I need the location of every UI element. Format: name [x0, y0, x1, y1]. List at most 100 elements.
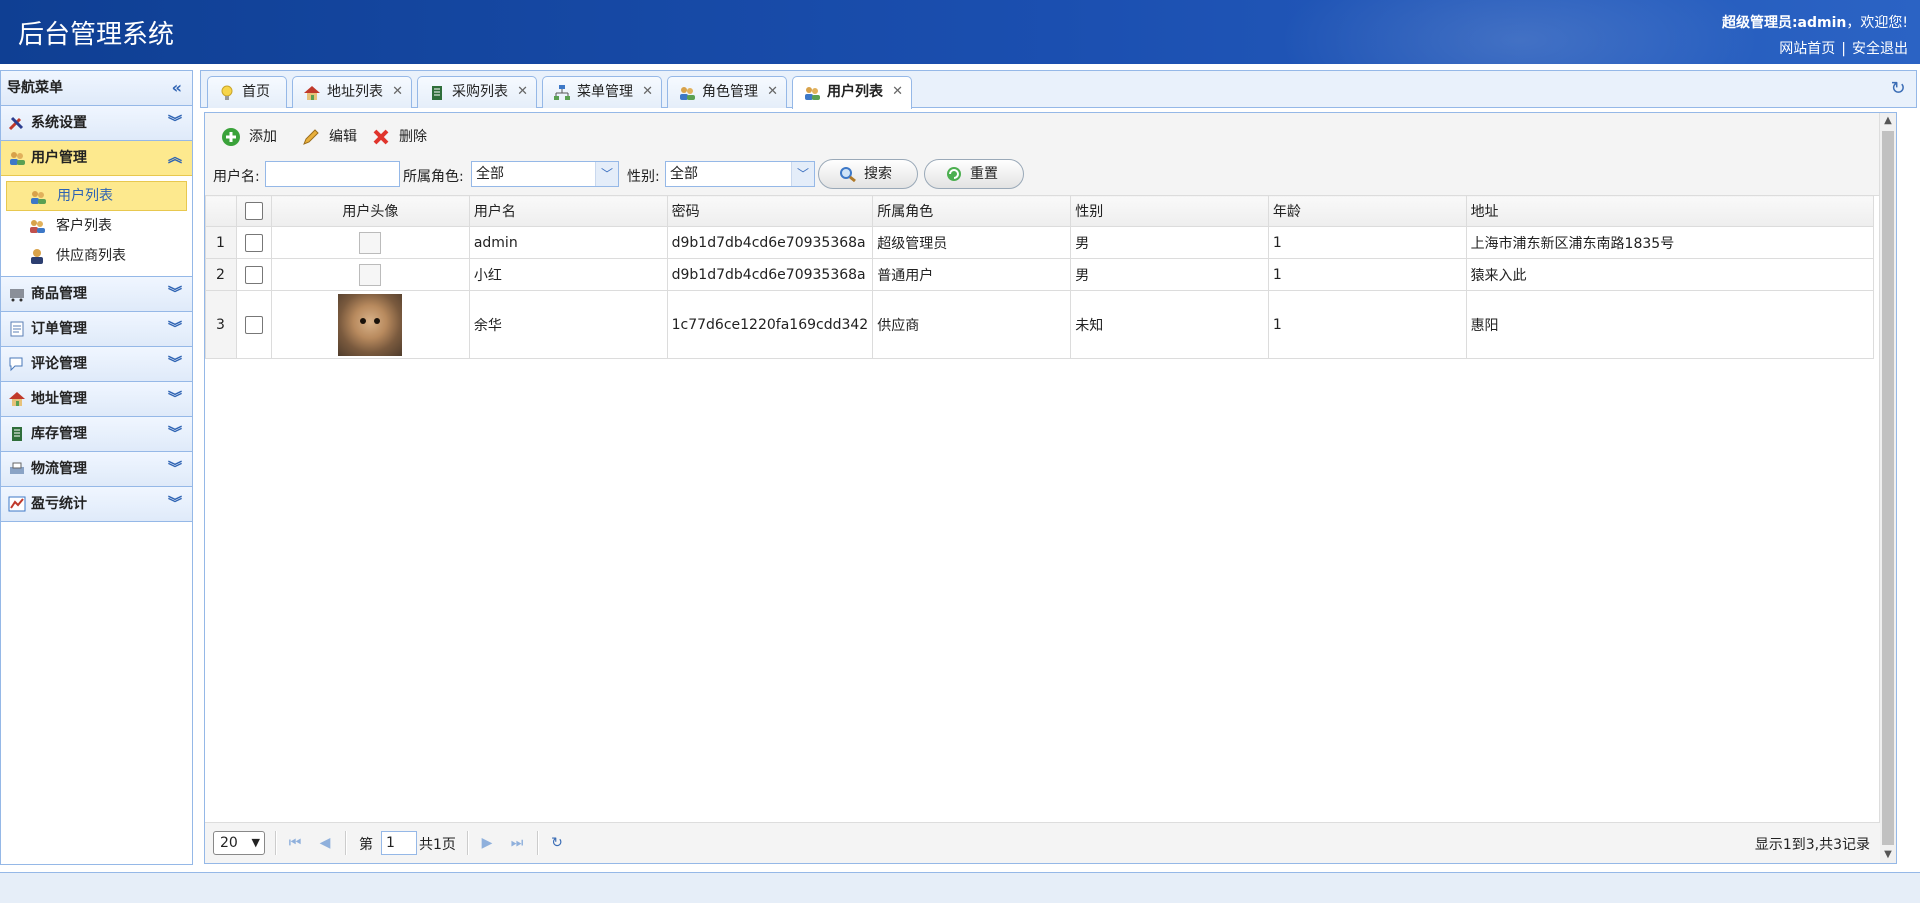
header-avatar[interactable]: 用户头像	[270, 195, 470, 227]
sidebar-panel-profit-statistics[interactable]: 盈亏统计 ︾	[1, 487, 192, 522]
first-page-icon[interactable]: ⏮	[285, 833, 305, 853]
role-cell: 供应商	[872, 290, 1072, 359]
expand-chevron-icon: ︾	[168, 321, 182, 337]
delete-button[interactable]: 删除	[371, 125, 427, 149]
tab-label: 用户列表	[827, 84, 883, 100]
delete-label: 删除	[399, 129, 427, 145]
bottom-status-bar	[0, 872, 1920, 903]
header-address[interactable]: 地址	[1465, 195, 1875, 227]
sidebar-panel-goods-management[interactable]: 商品管理 ︾	[1, 277, 192, 312]
row-select[interactable]	[235, 290, 272, 359]
avatar-cell	[270, 226, 470, 259]
search-button[interactable]: 搜索	[818, 159, 918, 189]
next-page-icon[interactable]: ▶	[477, 833, 497, 853]
row-checkbox[interactable]	[244, 265, 263, 284]
sidebar-panel-user-management[interactable]: 用户管理 ︽	[1, 141, 192, 176]
tab-close-icon[interactable]: ✕	[392, 77, 403, 107]
header-gender[interactable]: 性别	[1070, 195, 1269, 227]
age-cell: 1	[1267, 226, 1467, 259]
supplier-icon	[31, 249, 43, 264]
prev-page-icon[interactable]: ◀	[315, 833, 335, 853]
customers-icon	[30, 220, 45, 233]
reset-icon	[947, 167, 961, 181]
edit-button[interactable]: 编辑	[301, 125, 357, 149]
header-password[interactable]: 密码	[666, 195, 874, 227]
role-cell: 普通用户	[872, 258, 1072, 291]
tab-close-icon[interactable]: ✕	[517, 77, 528, 107]
tab-menu-management[interactable]: 菜单管理 ✕	[542, 76, 662, 108]
panel-label: 用户管理	[31, 150, 87, 166]
header-username[interactable]: 用户名	[468, 195, 668, 227]
header-select-all[interactable]	[235, 195, 272, 227]
sidebar-panel-system-settings[interactable]: 系统设置 ︾	[1, 106, 192, 141]
tab-address-list[interactable]: 地址列表 ✕	[292, 76, 412, 108]
gender-select[interactable]: 全部 ﹀	[665, 161, 815, 187]
reload-icon[interactable]: ↻	[547, 833, 567, 853]
top-links: 网站首页 | 安全退出	[1779, 38, 1908, 58]
row-checkbox[interactable]	[244, 233, 263, 252]
role-select[interactable]: 全部 ﹀	[471, 161, 619, 187]
sidebar-panel-order-management[interactable]: 订单管理 ︾	[1, 312, 192, 347]
refresh-tabs-icon[interactable]: ↻	[1888, 79, 1908, 99]
site-home-link[interactable]: 网站首页	[1779, 41, 1835, 57]
sidebar-panel-comment-management[interactable]: 评论管理 ︾	[1, 347, 192, 382]
sidebar-panel-address-management[interactable]: 地址管理 ︾	[1, 382, 192, 417]
page-size-value: 20	[220, 835, 238, 851]
users-icon	[680, 87, 695, 100]
sidebar-panel-logistics-management[interactable]: 物流管理 ︾	[1, 452, 192, 487]
tab-label: 采购列表	[452, 84, 508, 100]
avatar-cell	[270, 290, 470, 359]
username-input[interactable]	[265, 161, 400, 187]
search-icon	[840, 167, 856, 182]
logout-link[interactable]: 安全退出	[1852, 41, 1908, 57]
row-number: 3	[205, 290, 237, 359]
header-age[interactable]: 年龄	[1267, 195, 1467, 227]
tab-close-icon[interactable]: ✕	[767, 77, 778, 107]
vertical-scrollbar[interactable]: ▲ ▼	[1879, 113, 1896, 863]
row-select[interactable]	[235, 258, 272, 291]
role-cell: 超级管理员	[872, 226, 1072, 259]
header-role[interactable]: 所属角色	[872, 195, 1072, 227]
table-row[interactable]: 2 小红 d9b1d7db4cd6e70935368a 普通用户 男 1 猿来入…	[205, 258, 1875, 291]
panel-label: 地址管理	[31, 391, 87, 407]
header-decoration	[1260, 0, 1780, 64]
tab-close-icon[interactable]: ✕	[892, 77, 903, 107]
tab-purchase-list[interactable]: 采购列表 ✕	[417, 76, 537, 108]
house-icon	[304, 86, 320, 100]
chevron-down-icon: ﹀	[791, 162, 814, 186]
link-separator: |	[1841, 41, 1846, 57]
select-all-checkbox[interactable]	[244, 202, 263, 220]
add-button[interactable]: 添加	[221, 125, 277, 149]
expand-chevron-icon: ︾	[168, 286, 182, 302]
page-number-input[interactable]: 1	[381, 831, 417, 855]
row-checkbox[interactable]	[244, 315, 263, 334]
collapse-sidebar-icon[interactable]: «	[172, 71, 182, 105]
role-filter-label: 所属角色:	[403, 169, 464, 185]
pencil-icon	[303, 129, 319, 145]
gender-filter-label: 性别:	[627, 169, 660, 185]
scrollbar-thumb[interactable]	[1882, 131, 1894, 845]
row-select[interactable]	[235, 226, 272, 259]
tab-home[interactable]: 首页	[207, 76, 287, 108]
pager-separator	[537, 831, 539, 855]
sidebar-item-user-list[interactable]: 用户列表	[6, 181, 187, 211]
scroll-down-icon[interactable]: ▼	[1880, 847, 1896, 863]
stock-icon	[12, 427, 22, 441]
reset-label: 重置	[970, 166, 998, 182]
edit-label: 编辑	[329, 129, 357, 145]
last-page-icon[interactable]: ⏭	[507, 833, 527, 853]
tab-user-list[interactable]: 用户列表 ✕	[792, 76, 912, 109]
reset-button[interactable]: 重置	[924, 159, 1024, 189]
sidebar-item-customer-list[interactable]: 客户列表	[6, 211, 187, 241]
panel-label: 物流管理	[31, 461, 87, 477]
chevron-down-icon: ﹀	[595, 162, 618, 186]
sidebar-panel-inventory-management[interactable]: 库存管理 ︾	[1, 417, 192, 452]
tab-close-icon[interactable]: ✕	[642, 77, 653, 107]
scroll-up-icon[interactable]: ▲	[1880, 113, 1896, 129]
sidebar-item-supplier-list[interactable]: 供应商列表	[6, 241, 187, 271]
table-row[interactable]: 1 admin d9b1d7db4cd6e70935368a 超级管理员 男 1…	[205, 226, 1875, 259]
tab-role-management[interactable]: 角色管理 ✕	[667, 76, 787, 108]
page-size-select[interactable]: 20 ▼	[213, 831, 265, 855]
stock-icon	[432, 86, 442, 100]
table-row[interactable]: 3 余华 1c77d6ce1220fa169cdd342 供应商 未知 1 惠阳	[205, 290, 1875, 359]
